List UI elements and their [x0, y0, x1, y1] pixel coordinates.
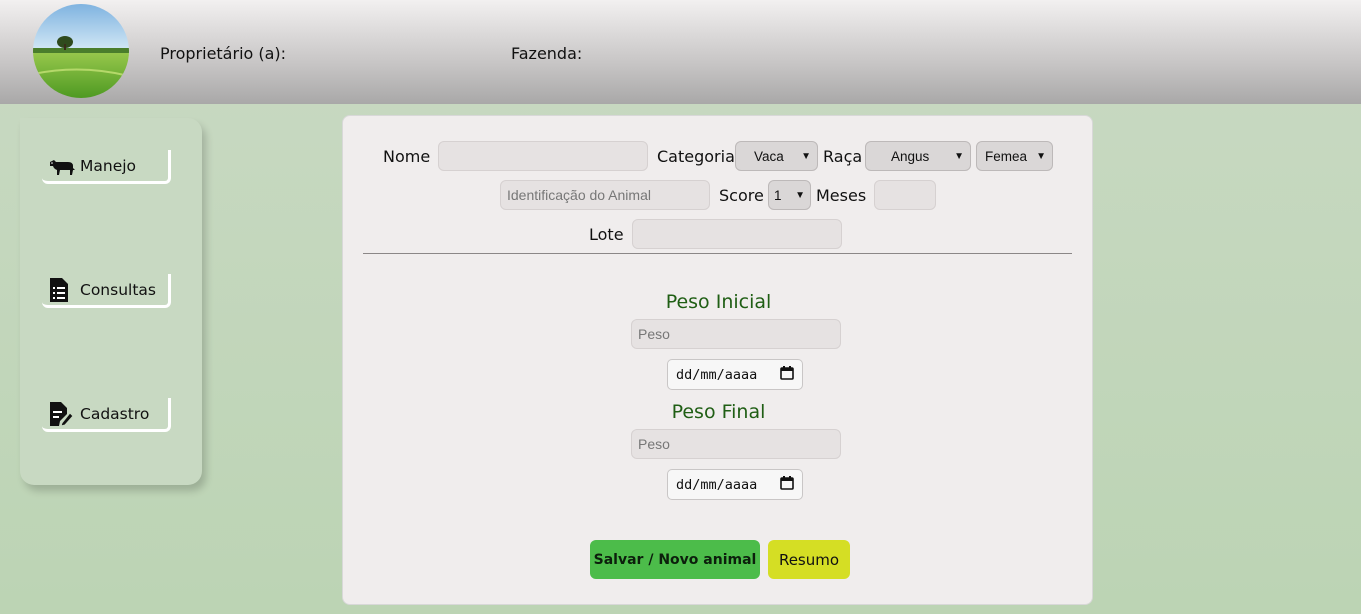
sidebar-item-manejo[interactable]: Manejo — [42, 150, 171, 184]
summary-button[interactable]: Resumo — [768, 540, 850, 579]
categoria-label: Categoria — [657, 147, 735, 166]
lote-input[interactable] — [632, 219, 842, 249]
sexo-select[interactable]: Femea ▼ — [976, 141, 1053, 171]
raca-label: Raça — [823, 147, 863, 166]
raca-select[interactable]: Angus ▼ — [865, 141, 971, 171]
meses-input[interactable] — [874, 180, 936, 210]
peso-final-input[interactable]: Peso — [631, 429, 841, 459]
form-divider — [363, 253, 1072, 254]
nome-input[interactable] — [438, 141, 648, 171]
peso-inicial-input[interactable]: Peso — [631, 319, 841, 349]
calendar-icon[interactable] — [780, 475, 794, 494]
chevron-down-icon: ▼ — [1036, 150, 1046, 162]
categoria-select[interactable]: Vaca ▼ — [735, 141, 818, 171]
sidebar-item-consultas[interactable]: Consultas — [42, 274, 171, 308]
date-placeholder: dd/mm/aaaa — [676, 476, 758, 493]
top-header: Proprietário (a): Fazenda: — [0, 0, 1361, 104]
identificacao-input[interactable]: Identificação do Animal — [500, 180, 710, 210]
save-new-animal-button[interactable]: Salvar / Novo animal — [590, 540, 760, 579]
date-placeholder: dd/mm/aaaa — [676, 366, 758, 383]
sidebar: Manejo Consultas Cadastro — [20, 118, 202, 485]
categoria-value: Vaca — [754, 148, 784, 164]
farm-logo — [33, 4, 129, 98]
raca-value: Angus — [891, 148, 930, 164]
sidebar-item-cadastro[interactable]: Cadastro — [42, 398, 171, 432]
chevron-down-icon: ▼ — [801, 150, 811, 162]
chevron-down-icon: ▼ — [795, 189, 805, 201]
peso-inicial-title: Peso Inicial — [665, 291, 772, 313]
peso-final-title: Peso Final — [671, 401, 766, 423]
sidebar-item-label: Manejo — [80, 156, 137, 175]
cow-icon — [48, 154, 76, 178]
sidebar-item-label: Consultas — [80, 280, 156, 299]
peso-inicial-date-input[interactable]: dd/mm/aaaa — [667, 359, 803, 390]
meses-label: Meses — [816, 186, 867, 205]
farm-label: Fazenda: — [511, 44, 583, 63]
sexo-value: Femea — [985, 148, 1028, 164]
animal-form-panel: Nome Categoria Vaca ▼ Raça Angus ▼ Femea… — [342, 115, 1093, 605]
document-list-icon — [48, 277, 76, 302]
lote-label: Lote — [589, 225, 624, 244]
chevron-down-icon: ▼ — [954, 150, 964, 162]
document-edit-icon — [48, 401, 76, 427]
nome-label: Nome — [383, 147, 431, 166]
score-select[interactable]: 1 ▼ — [768, 180, 811, 210]
score-value: 1 — [774, 187, 782, 203]
sidebar-item-label: Cadastro — [80, 404, 150, 423]
peso-final-date-input[interactable]: dd/mm/aaaa — [667, 469, 803, 500]
calendar-icon[interactable] — [780, 365, 794, 384]
score-label: Score — [719, 186, 764, 205]
owner-label: Proprietário (a): — [160, 44, 287, 63]
